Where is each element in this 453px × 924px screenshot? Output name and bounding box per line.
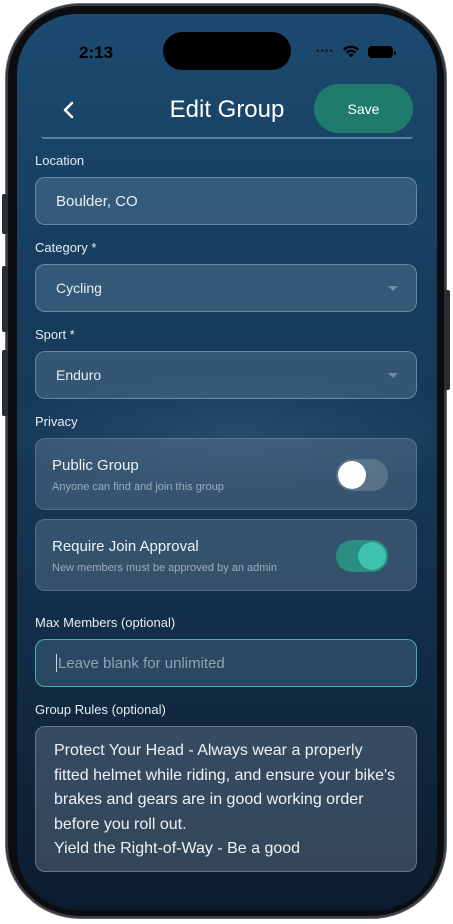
public-group-toggle[interactable] (336, 459, 388, 491)
sport-select[interactable]: Enduro (35, 351, 417, 399)
category-value: Cycling (56, 280, 102, 296)
volume-down-button (2, 350, 8, 416)
status-time: 2:13 (79, 43, 114, 62)
privacy-label: Privacy (35, 414, 78, 429)
volume-up-button (2, 266, 8, 332)
max-members-placeholder: Leave blank for unlimited (58, 654, 225, 672)
location-label: Location (35, 153, 85, 168)
toggle-knob (358, 542, 386, 570)
max-members-input[interactable]: Leave blank for unlimited (35, 639, 417, 687)
text-cursor (56, 654, 57, 672)
sport-label: Sport * (35, 327, 75, 342)
require-approval-title: Require Join Approval (52, 538, 199, 555)
app-screen: 2:13 •••• Edit Group Save Location Bould… (17, 14, 437, 910)
caret-down-icon (388, 373, 398, 378)
category-label: Category * (35, 240, 97, 255)
action-button (2, 194, 8, 234)
signal-icon: •••• (315, 46, 334, 57)
battery-icon (368, 45, 396, 58)
require-approval-toggle[interactable] (336, 540, 388, 572)
public-group-card: Public Group Anyone can find and join th… (35, 438, 417, 510)
save-button[interactable]: Save (314, 84, 413, 133)
group-rules-label: Group Rules (optional) (35, 702, 166, 717)
max-members-label: Max Members (optional) (35, 615, 176, 630)
require-approval-subtitle: New members must be approved by an admin (52, 562, 277, 574)
group-rules-textarea[interactable]: Protect Your Head - Always wear a proper… (35, 726, 417, 872)
caret-down-icon (388, 286, 398, 291)
public-group-title: Public Group (52, 457, 139, 474)
location-input[interactable]: Boulder, CO (35, 177, 417, 225)
dynamic-island (163, 32, 291, 70)
sport-value: Enduro (56, 367, 102, 383)
scrolled-field-edge (41, 136, 413, 139)
header: Edit Group Save (17, 84, 437, 154)
status-icons: •••• (315, 45, 396, 58)
wifi-icon (343, 45, 359, 58)
public-group-subtitle: Anyone can find and join this group (52, 481, 224, 493)
require-approval-card: Require Join Approval New members must b… (35, 519, 417, 591)
toggle-knob (338, 461, 366, 489)
category-select[interactable]: Cycling (35, 264, 417, 312)
power-button (444, 290, 450, 390)
